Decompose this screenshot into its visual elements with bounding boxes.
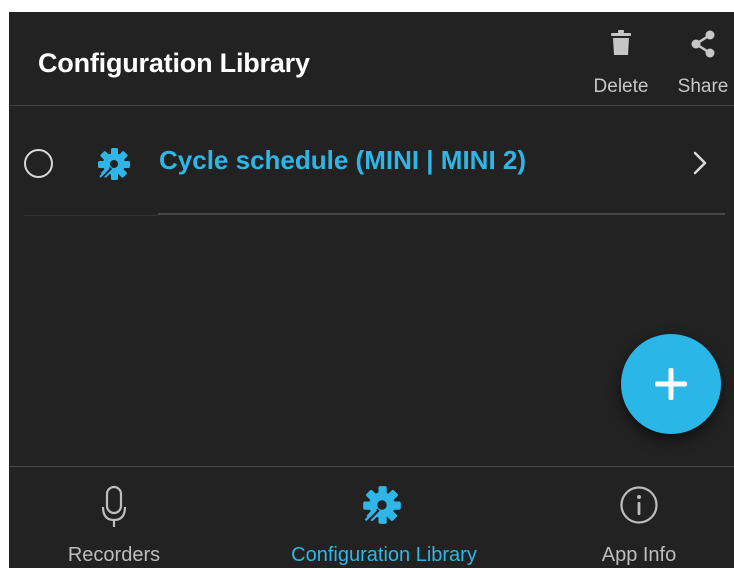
divider xyxy=(158,213,725,215)
list-item[interactable]: Cycle schedule (MINI | MINI 2) xyxy=(9,107,734,215)
tab-label: Recorders xyxy=(67,544,161,566)
delete-button[interactable]: Delete xyxy=(585,30,657,100)
page-title: Configuration Library xyxy=(38,48,310,78)
divider xyxy=(24,215,158,216)
tab-label: Configuration Library xyxy=(291,544,477,566)
add-configuration-button[interactable] xyxy=(621,334,721,434)
bottom-nav: Recorders Configuration Library App Info xyxy=(9,466,734,568)
trash-icon xyxy=(611,30,631,55)
select-radio[interactable] xyxy=(24,149,53,178)
app-header: Configuration Library Delete Share xyxy=(9,12,734,106)
tab-configuration-library[interactable]: Configuration Library xyxy=(259,467,509,568)
gear-wrench-icon xyxy=(98,148,130,180)
microphone-icon xyxy=(101,485,127,527)
tab-recorders[interactable]: Recorders xyxy=(39,467,189,568)
tab-app-info[interactable]: App Info xyxy=(569,467,709,568)
share-icon xyxy=(691,30,715,58)
share-button[interactable]: Share xyxy=(667,30,734,100)
list-item-label: Cycle schedule (MINI | MINI 2) xyxy=(159,145,527,175)
plus-icon xyxy=(655,368,687,400)
delete-label: Delete xyxy=(593,76,649,97)
gear-wrench-icon xyxy=(363,486,401,524)
app-screen: Configuration Library Delete Share Cycle… xyxy=(9,12,734,568)
chevron-right-icon xyxy=(693,151,707,175)
share-label: Share xyxy=(677,76,729,97)
tab-label: App Info xyxy=(601,544,677,566)
info-icon xyxy=(620,486,658,524)
